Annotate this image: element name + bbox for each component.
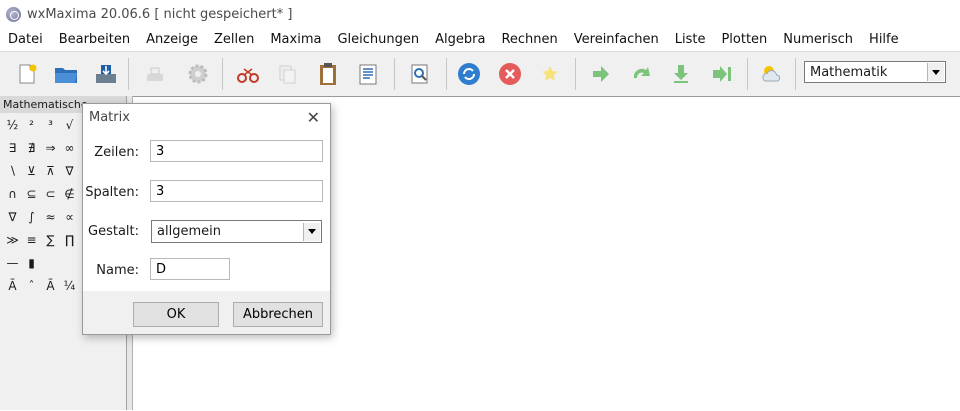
menu-maxima[interactable]: Maxima — [262, 32, 329, 47]
open-folder-icon[interactable] — [52, 60, 80, 88]
symbol-button[interactable]: ∃ — [3, 141, 22, 155]
symbol-button[interactable]: ≡ — [22, 233, 41, 247]
rows-label: Zeilen: — [94, 145, 139, 160]
symbol-button[interactable]: ⊂ — [41, 187, 60, 201]
print-icon[interactable] — [141, 60, 169, 88]
menu-liste[interactable]: Liste — [667, 32, 714, 47]
chevron-down-icon[interactable] — [927, 63, 944, 81]
menu-bar: Datei Bearbeiten Anzeige Zellen Maxima G… — [0, 28, 960, 50]
symbol-button[interactable]: ³ — [41, 118, 60, 132]
symbol-button[interactable]: ∉ — [60, 187, 79, 201]
dialog-title: Matrix — [89, 110, 130, 125]
menu-gleichungen[interactable]: Gleichungen — [329, 32, 427, 47]
step-over-icon[interactable] — [627, 60, 655, 88]
menu-algebra[interactable]: Algebra — [427, 32, 493, 47]
name-label: Name: — [96, 263, 139, 278]
menu-hilfe[interactable]: Hilfe — [861, 32, 907, 47]
ok-button[interactable]: OK — [133, 302, 219, 327]
symbol-button[interactable]: ∇ — [60, 164, 79, 178]
save-icon[interactable] — [92, 60, 120, 88]
select-all-icon[interactable] — [354, 60, 382, 88]
symbol-button[interactable]: ∖ — [3, 164, 22, 178]
symbol-button[interactable]: ≈ — [41, 210, 60, 224]
stop-icon[interactable] — [496, 60, 524, 88]
symbol-button[interactable]: ½ — [3, 118, 22, 132]
chevron-down-icon[interactable] — [303, 222, 320, 241]
menu-vereinfachen[interactable]: Vereinfachen — [566, 32, 667, 47]
title-bar: wxMaxima 20.06.6 [ nicht gespeichert* ] — [0, 0, 960, 28]
matrix-dialog: Matrix ✕ Zeilen: Spalten: Gestalt: allge… — [82, 103, 331, 335]
symbol-button[interactable]: ∏ — [60, 233, 79, 247]
columns-input[interactable] — [150, 180, 323, 202]
cut-icon[interactable] — [234, 60, 262, 88]
symbol-button[interactable]: Ã — [41, 279, 60, 293]
copy-icon[interactable] — [273, 60, 301, 88]
paste-icon[interactable] — [314, 60, 342, 88]
symbol-button[interactable]: ∝ — [60, 210, 79, 224]
symbol-button[interactable]: ⊻ — [22, 164, 41, 178]
run-all-icon[interactable] — [708, 60, 736, 88]
symbol-button[interactable]: ∄ — [22, 141, 41, 155]
name-input[interactable] — [150, 258, 230, 280]
symbol-button[interactable]: √ — [60, 118, 79, 132]
mode-value: Mathematik — [810, 64, 888, 80]
symbol-button[interactable]: Ã — [3, 279, 22, 293]
menu-bearbeiten[interactable]: Bearbeiten — [51, 32, 138, 47]
menu-anzeige[interactable]: Anzeige — [138, 32, 206, 47]
wxmaxima-app-icon — [6, 6, 21, 22]
columns-label: Spalten: — [85, 185, 139, 200]
window-title: wxMaxima 20.06.6 [ nicht gespeichert* ] — [27, 6, 293, 22]
cancel-button[interactable]: Abbrechen — [233, 302, 323, 327]
find-icon[interactable] — [406, 60, 434, 88]
shape-label: Gestalt: — [88, 224, 139, 239]
menu-rechnen[interactable]: Rechnen — [493, 32, 565, 47]
step-forward-icon[interactable] — [587, 60, 615, 88]
symbol-button[interactable]: — — [3, 256, 22, 270]
settings-gear-icon[interactable] — [184, 60, 212, 88]
symbol-button[interactable]: ∇ — [3, 210, 22, 224]
shape-dropdown[interactable]: allgemein — [151, 220, 322, 243]
symbol-button[interactable]: ⊼ — [41, 164, 60, 178]
menu-datei[interactable]: Datei — [0, 32, 51, 47]
close-icon[interactable]: ✕ — [307, 108, 320, 127]
rows-input[interactable] — [150, 140, 323, 162]
star-icon[interactable] — [536, 60, 564, 88]
symbol-button[interactable]: ˆ — [22, 279, 41, 293]
shape-value: allgemein — [157, 224, 221, 239]
symbol-button[interactable]: ≫ — [3, 233, 22, 247]
step-down-icon[interactable] — [667, 60, 695, 88]
weather-icon[interactable] — [758, 60, 786, 88]
symbol-button[interactable]: ⊆ — [22, 187, 41, 201]
symbol-button[interactable]: ∩ — [3, 187, 22, 201]
restart-icon[interactable] — [455, 60, 483, 88]
new-file-icon[interactable] — [13, 60, 41, 88]
mode-dropdown[interactable]: Mathematik — [804, 61, 946, 83]
symbol-button[interactable]: ¼ — [60, 279, 79, 293]
symbol-button[interactable]: ² — [22, 118, 41, 132]
symbol-button[interactable]: ⇒ — [41, 141, 60, 155]
menu-zellen[interactable]: Zellen — [206, 32, 262, 47]
menu-numerisch[interactable]: Numerisch — [775, 32, 861, 47]
symbol-button[interactable]: ∫ — [22, 210, 41, 224]
menu-plotten[interactable]: Plotten — [713, 32, 775, 47]
symbol-button[interactable]: ∑ — [41, 233, 60, 247]
symbol-button[interactable]: ∞ — [60, 141, 79, 155]
symbol-button[interactable]: ▮ — [22, 256, 41, 270]
